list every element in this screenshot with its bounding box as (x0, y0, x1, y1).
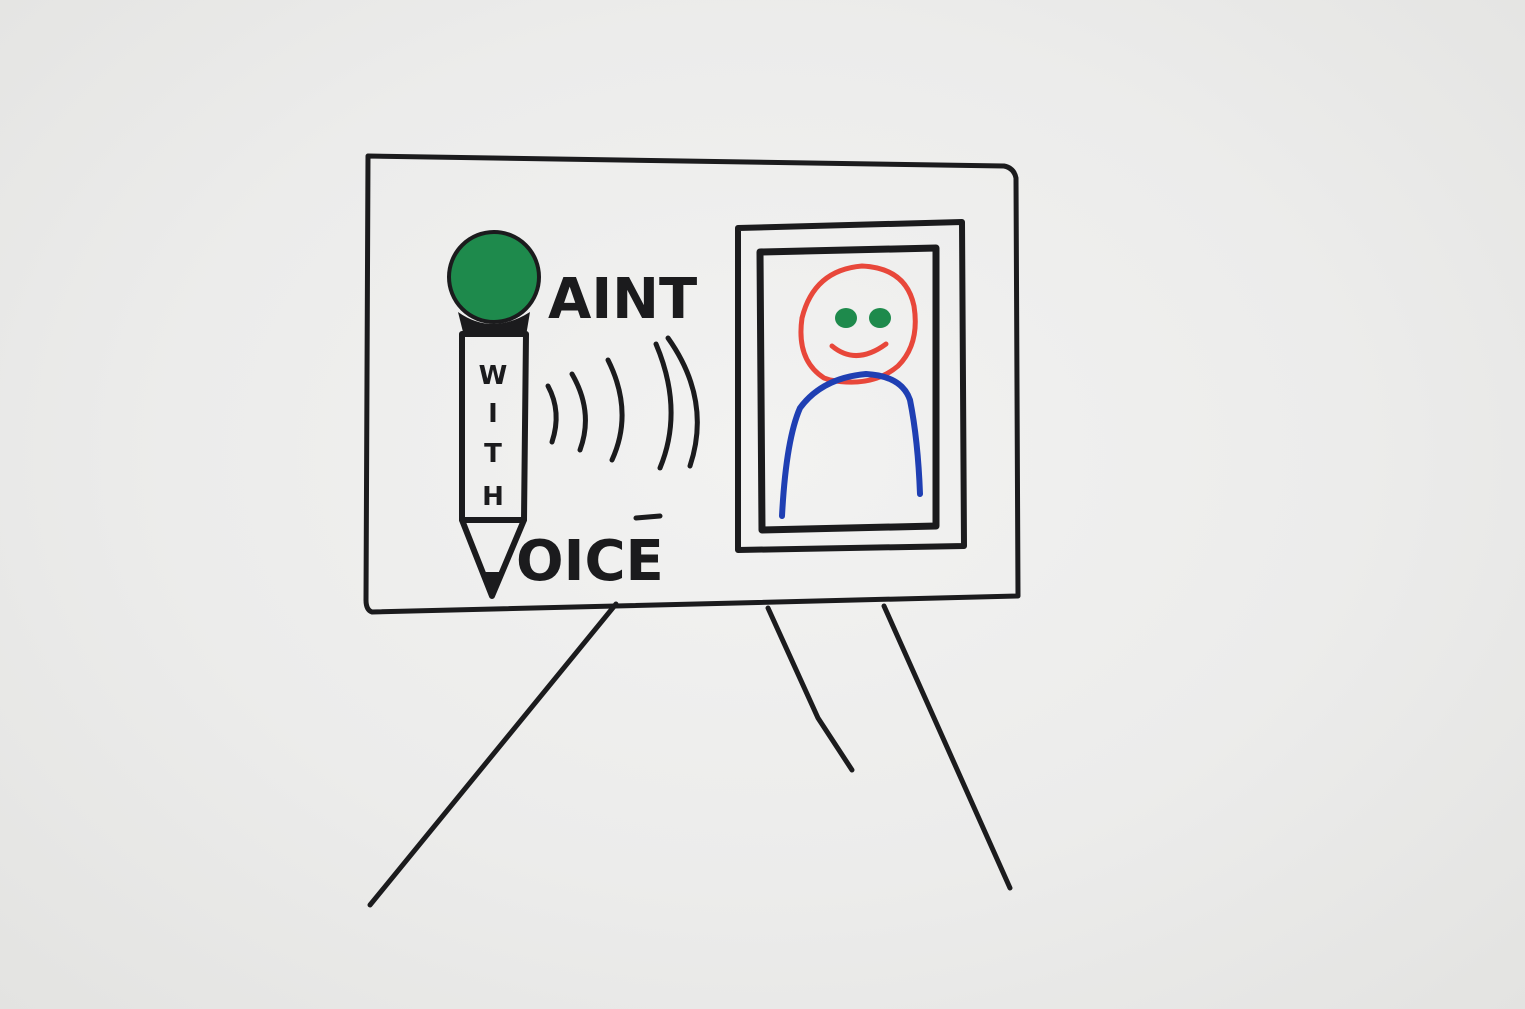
easel-leg-middle (765, 605, 855, 773)
pencil-letter-w: W (479, 361, 508, 391)
portrait-smile (829, 341, 889, 358)
easel-leg-right (881, 603, 1013, 891)
title-word-aint: AINT (548, 267, 697, 332)
portrait-figure (779, 263, 923, 519)
title-accent-mark (633, 513, 663, 521)
portrait-right-eye-icon (869, 308, 891, 328)
easel-leg-left (367, 601, 619, 908)
pencil-letter-h: H (482, 482, 504, 512)
pencil-letter-i: I (488, 399, 498, 429)
sound-waves-icon (545, 335, 700, 471)
portrait-face-outline (798, 263, 918, 385)
title-word-oice: OICE (516, 529, 664, 594)
easel-sketch: W I T H AINT OICE (363, 153, 1021, 908)
pencil-letter-t: T (484, 439, 502, 469)
microphone-head-icon (447, 230, 541, 324)
picture-frame-outer (735, 219, 967, 553)
portrait-left-eye-icon (835, 308, 857, 328)
portrait-body-outline (779, 370, 923, 519)
